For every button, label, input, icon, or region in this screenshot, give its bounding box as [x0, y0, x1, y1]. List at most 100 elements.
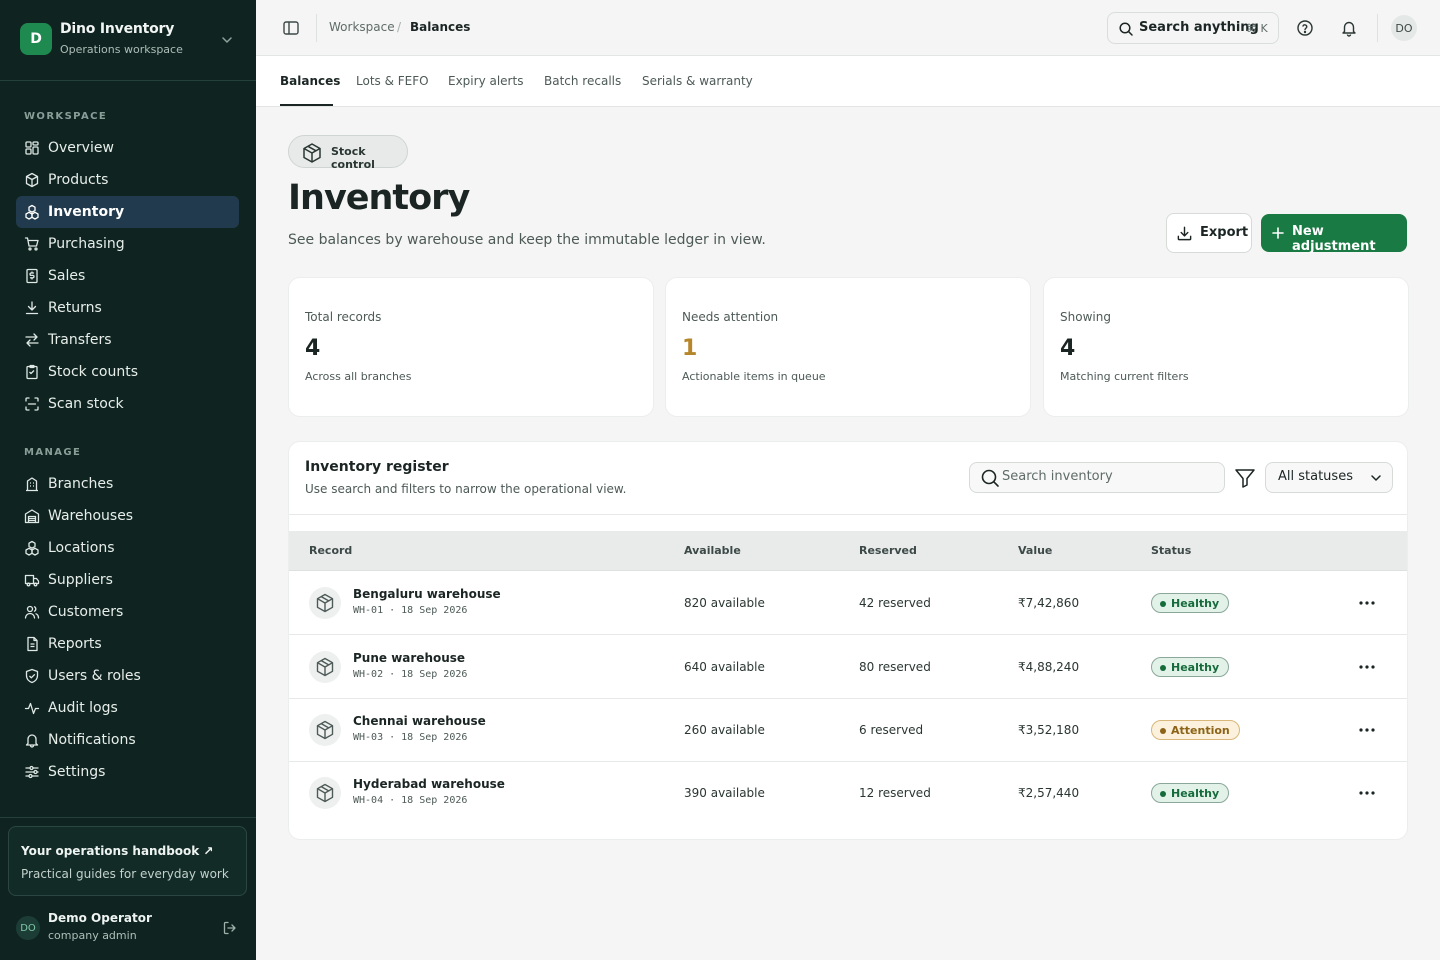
tab-lots-fefo[interactable]: Lots & FEFO — [356, 74, 429, 88]
tab-balances[interactable]: Balances — [280, 74, 340, 88]
tab-batch-recalls[interactable]: Batch recalls — [544, 74, 621, 88]
reserved-cell: 80 reserved — [859, 660, 931, 674]
sidebar-item-locations[interactable]: Locations — [16, 532, 239, 564]
help-icon[interactable] — [1296, 19, 1314, 37]
keyboard-shortcut: ⌘ K — [1246, 22, 1268, 35]
sidebar-item-users-roles[interactable]: Users & roles — [16, 660, 239, 692]
inventory-search-input[interactable] — [1002, 469, 1212, 484]
more-options-icon[interactable] — [1357, 595, 1377, 611]
filter-icon[interactable] — [1233, 466, 1257, 490]
active-tab-indicator — [280, 104, 333, 106]
breadcrumb-workspace[interactable]: Workspace — [329, 20, 395, 34]
account-avatar[interactable]: DO — [1391, 15, 1417, 41]
sidebar-item-returns[interactable]: Returns — [16, 292, 239, 324]
table-header: Record Available Reserved Value Status — [289, 531, 1407, 571]
handbook-link[interactable]: Your operations handbook ↗ Practical gui… — [8, 826, 247, 896]
search-icon — [981, 469, 999, 487]
sidebar-item-products[interactable]: Products — [16, 164, 239, 196]
topbar-divider — [1377, 14, 1378, 42]
sidebar-item-purchasing[interactable]: Purchasing — [16, 228, 239, 260]
more-options-icon[interactable] — [1357, 785, 1377, 801]
stat-value: 1 — [682, 336, 698, 361]
sidebar-item-warehouses[interactable]: Warehouses — [16, 500, 239, 532]
plus-icon — [1272, 227, 1284, 239]
stat-card-showing: Showing 4 Matching current filters — [1043, 277, 1409, 417]
sidebar-item-settings[interactable]: Settings — [16, 756, 239, 788]
table-row[interactable]: Pune warehouse WH-02 · 18 Sep 2026 640 a… — [289, 635, 1407, 699]
global-search-label: Search anything — [1139, 20, 1259, 35]
record-name[interactable]: Pune warehouse — [353, 651, 465, 665]
table-row[interactable]: Chennai warehouse WH-03 · 18 Sep 2026 26… — [289, 698, 1407, 762]
sliders-icon — [24, 764, 40, 780]
breadcrumb-separator: / — [397, 20, 402, 34]
sidebar-toggle-icon[interactable] — [282, 19, 300, 37]
sidebar-item-suppliers[interactable]: Suppliers — [16, 564, 239, 596]
workspace-switcher[interactable]: D Dino Inventory Operations workspace — [0, 0, 256, 81]
column-header-record[interactable]: Record — [309, 544, 352, 557]
sidebar-item-transfers[interactable]: Transfers — [16, 324, 239, 356]
record-name[interactable]: Hyderabad warehouse — [353, 777, 505, 791]
sidebar-item-scan-stock[interactable]: Scan stock — [16, 388, 239, 420]
sidebar-item-label: Sales — [48, 268, 86, 284]
sidebar-item-label: Products — [48, 172, 109, 188]
page-subtitle: See balances by warehouse and keep the i… — [288, 232, 766, 248]
scan-icon — [24, 396, 40, 412]
sidebar-item-branches[interactable]: Branches — [16, 468, 239, 500]
status-filter-select[interactable]: All statuses — [1265, 462, 1393, 493]
table-row[interactable]: Hyderabad warehouse WH-04 · 18 Sep 2026 … — [289, 761, 1407, 825]
record-name[interactable]: Chennai warehouse — [353, 714, 486, 728]
page-title: Inventory — [288, 178, 470, 218]
more-options-icon[interactable] — [1357, 722, 1377, 738]
value-cell: ₹4,88,240 — [1018, 660, 1080, 674]
available-cell: 640 available — [684, 660, 765, 674]
available-cell: 260 available — [684, 723, 765, 737]
column-header-status[interactable]: Status — [1151, 544, 1191, 557]
new-adjustment-button[interactable]: New adjustment — [1261, 214, 1407, 254]
chevron-down-icon[interactable] — [219, 32, 235, 48]
table-row[interactable]: Bengaluru warehouse WH-01 · 18 Sep 2026 … — [289, 571, 1407, 635]
warehouse-icon — [24, 508, 40, 524]
status-badge: Healthy — [1151, 593, 1230, 613]
more-options-icon[interactable] — [1357, 659, 1377, 675]
workspace-name: Operations workspace — [60, 43, 183, 56]
stacked-boxes-icon — [24, 204, 40, 220]
logout-icon[interactable] — [222, 920, 238, 936]
search-icon — [1119, 22, 1133, 36]
dashboard-icon — [24, 140, 40, 156]
export-button[interactable]: Export — [1166, 213, 1252, 253]
activity-icon — [24, 700, 40, 716]
sidebar-item-reports[interactable]: Reports — [16, 628, 239, 660]
sidebar-item-sales[interactable]: Sales — [16, 260, 239, 292]
tab-expiry-alerts[interactable]: Expiry alerts — [448, 74, 523, 88]
new-adjustment-button-label: New adjustment — [1292, 224, 1376, 254]
sidebar-item-inventory[interactable]: Inventory — [16, 196, 239, 228]
sidebar-item-notifications[interactable]: Notifications — [16, 724, 239, 756]
record-name[interactable]: Bengaluru warehouse — [353, 587, 501, 601]
tab-serials-warranty[interactable]: Serials & warranty — [642, 74, 753, 88]
column-header-value[interactable]: Value — [1018, 544, 1052, 557]
sidebar-item-label: Reports — [48, 636, 102, 652]
column-header-reserved[interactable]: Reserved — [859, 544, 917, 557]
shield-icon — [24, 668, 40, 684]
value-cell: ₹2,57,440 — [1018, 786, 1080, 800]
bell-icon[interactable] — [1340, 19, 1358, 37]
column-header-available[interactable]: Available — [684, 544, 741, 557]
section-tabs: Balances Lots & FEFO Expiry alerts Batch… — [256, 56, 1440, 107]
reserved-cell: 42 reserved — [859, 596, 931, 610]
inventory-register-panel: Inventory register Use search and filter… — [288, 441, 1408, 840]
box-icon — [309, 714, 341, 746]
transfer-icon — [24, 332, 40, 348]
sidebar-item-audit-logs[interactable]: Audit logs — [16, 692, 239, 724]
breadcrumb-current: Balances — [410, 20, 471, 34]
sidebar-item-label: Suppliers — [48, 572, 113, 588]
sidebar-item-stock-counts[interactable]: Stock counts — [16, 356, 239, 388]
sidebar-item-customers[interactable]: Customers — [16, 596, 239, 628]
sidebar-item-label: Users & roles — [48, 668, 141, 684]
status-badge: Healthy — [1151, 657, 1230, 677]
record-meta: WH-01 · 18 Sep 2026 — [353, 605, 468, 616]
top-bar: Workspace / Balances Search anything ⌘ K… — [256, 0, 1440, 56]
section-heading-workspace: WORKSPACE — [24, 111, 108, 122]
sidebar-item-overview[interactable]: Overview — [16, 132, 239, 164]
global-search-button[interactable]: Search anything ⌘ K — [1107, 12, 1279, 44]
stat-label: Total records — [305, 310, 382, 324]
